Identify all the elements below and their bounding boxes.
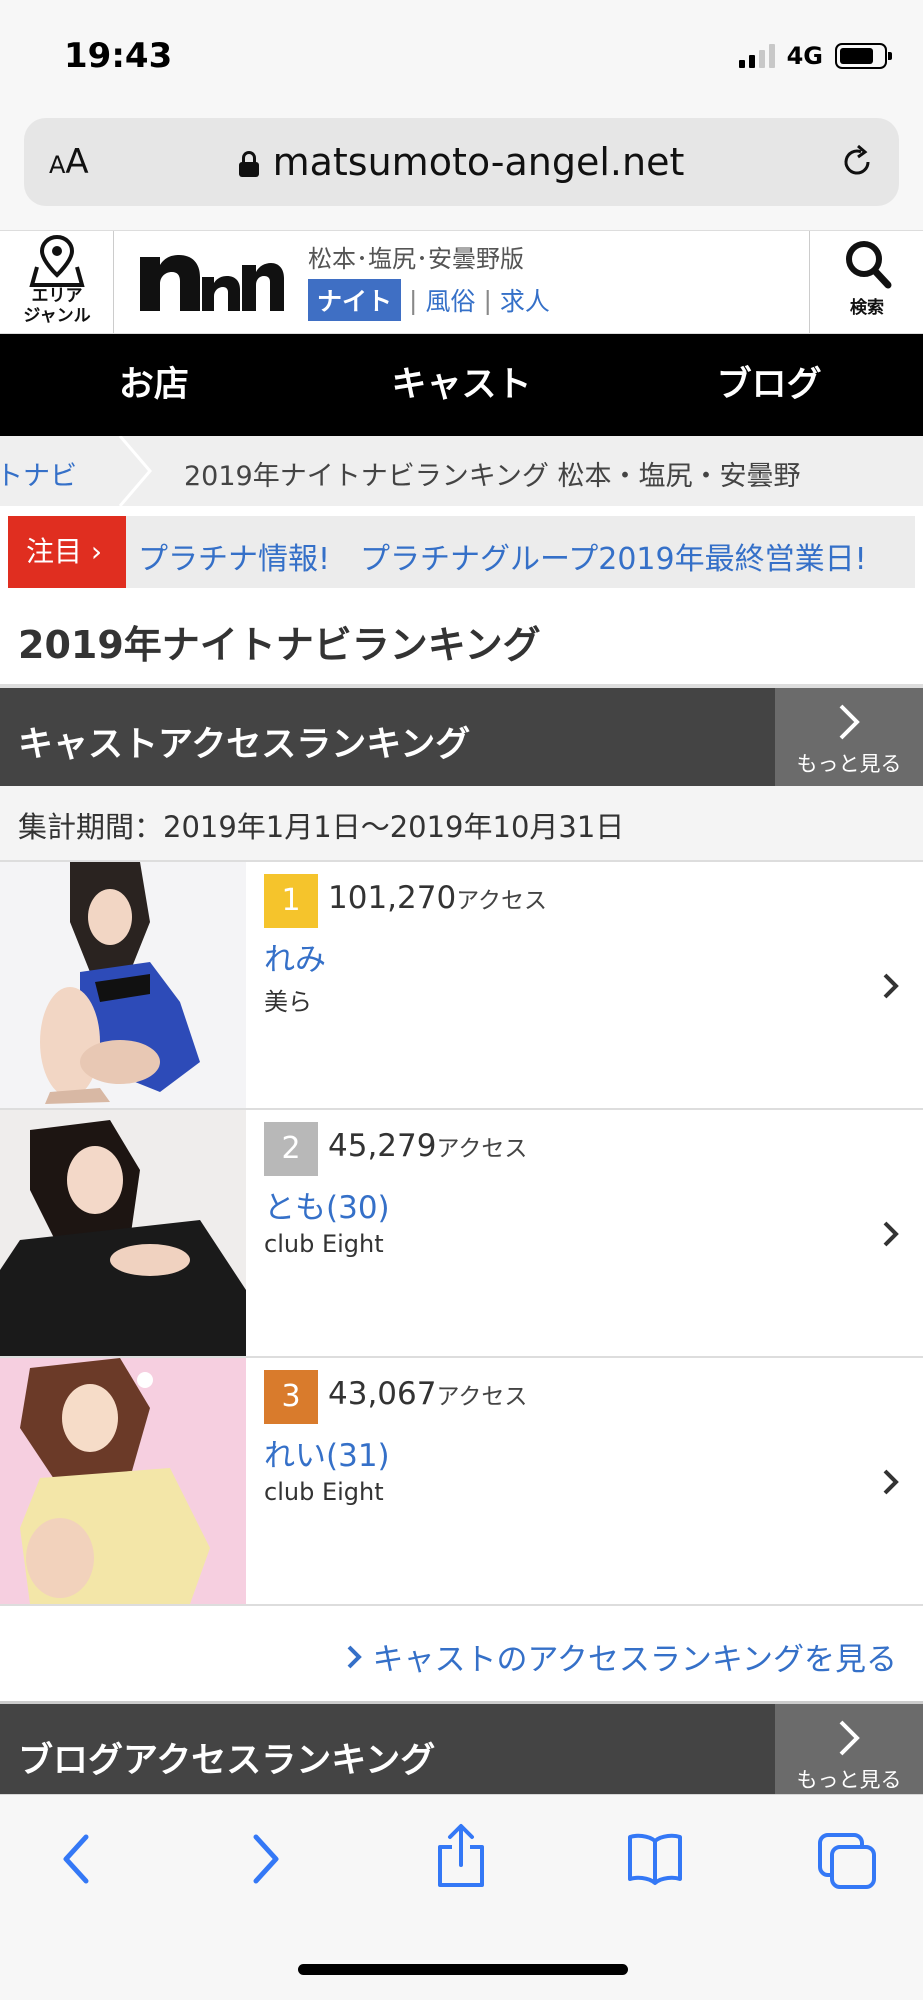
breadcrumb-current: 2019年ナイトナビランキング 松本・塩尻・安曇野 (184, 461, 801, 492)
category-night[interactable]: ナイト (308, 279, 402, 321)
ranking-item-2[interactable]: 2 45,279アクセス とも(30) club Eight (0, 1110, 923, 1358)
cast-name-link[interactable]: れい(31) (264, 1430, 390, 1475)
home-indicator[interactable] (298, 1964, 628, 1975)
area-genre-button[interactable]: エリア ジャンル (0, 231, 114, 333)
battery-icon (835, 43, 892, 69)
nav-item-blog[interactable]: ブログ (615, 334, 923, 436)
cast-name-link[interactable]: れみ (264, 934, 326, 979)
chevron-right-icon (839, 1720, 860, 1756)
access-count: 43,067アクセス (328, 1376, 528, 1412)
nav-item-shops[interactable]: お店 (0, 334, 308, 436)
cast-photo[interactable] (0, 862, 246, 1108)
shop-name: club Eight (264, 1478, 384, 1506)
shop-name: 美ら (264, 988, 312, 1016)
blog-ranking-header: ブログアクセスランキング もっと見る (0, 1704, 923, 1802)
search-icon (846, 241, 892, 289)
region-label: 松本･塩尻･安曇野版 (308, 245, 524, 273)
site-header: エリア ジャンル 松本･塩尻･安曇野版 ナイト | 風俗 | 求人 検索 (0, 230, 923, 334)
page-title: 2019年ナイトナビランキング (18, 623, 541, 667)
chevron-right-icon (839, 704, 860, 740)
access-count: 101,270アクセス (328, 880, 548, 916)
divider: | (409, 285, 418, 315)
ranking-item-1[interactable]: 1 101,270アクセス れみ 美ら (0, 862, 923, 1110)
breadcrumb-separator-icon (118, 436, 152, 506)
category-jobs[interactable]: 求人 (500, 282, 550, 318)
cast-ranking-more-button[interactable]: もっと見る (775, 688, 923, 786)
address-bar[interactable]: AA matsumoto-angel.net (24, 118, 899, 206)
ranking-item-3[interactable]: 3 43,067アクセス れい(31) club Eight (0, 1358, 923, 1606)
browser-address-area: AA matsumoto-angel.net (0, 110, 923, 230)
status-indicators: 4G (738, 42, 892, 70)
reload-icon[interactable] (837, 142, 877, 182)
cast-ranking-see-more-link[interactable]: キャストのアクセスランキングを見る (346, 1634, 897, 1679)
breadcrumb-parent-link[interactable]: トナビ (0, 454, 77, 493)
shop-name: club Eight (264, 1230, 384, 1258)
period-text: 集計期間：2019年1月1日〜2019年10月31日 (18, 810, 625, 844)
url-display[interactable]: matsumoto-angel.net (24, 140, 899, 184)
rank-badge-silver: 2 (264, 1122, 318, 1176)
genre-label: ジャンル (23, 306, 91, 326)
notice-tag: 注目 › (8, 516, 126, 588)
forward-icon[interactable] (246, 1831, 286, 1887)
category-fuzoku[interactable]: 風俗 (425, 282, 475, 318)
blog-ranking-more-button[interactable]: もっと見る (775, 1704, 923, 1802)
map-pin-icon (29, 234, 85, 287)
site-logo[interactable] (138, 251, 284, 313)
lock-icon (238, 151, 259, 177)
rank-badge-gold: 1 (264, 874, 318, 928)
notice-link[interactable]: プラチナ情報! プラチナグループ2019年最終営業日! (138, 534, 867, 578)
divider: | (483, 285, 492, 315)
more-label: もっと見る (796, 1768, 902, 1792)
cast-ranking-header: キャストアクセスランキング もっと見る (0, 688, 923, 786)
share-icon[interactable] (434, 1823, 488, 1889)
section-title: キャストアクセスランキング (18, 725, 471, 765)
see-more-row: キャストのアクセスランキングを見る (0, 1608, 923, 1704)
chevron-right-icon (883, 1221, 899, 1247)
area-label: エリア (31, 286, 83, 306)
breadcrumb: トナビ 2019年ナイトナビランキング 松本・塩尻・安曇野 (0, 436, 923, 506)
status-time: 19:43 (64, 36, 173, 76)
chevron-right-icon (883, 973, 899, 999)
section-title: ブログアクセスランキング (18, 1741, 436, 1781)
network-label: 4G (786, 42, 823, 70)
more-label: もっと見る (796, 752, 902, 776)
url-text: matsumoto-angel.net (272, 140, 685, 184)
cast-photo[interactable] (0, 1358, 246, 1604)
rank-badge-bronze: 3 (264, 1370, 318, 1424)
tabs-icon[interactable] (816, 1831, 878, 1891)
status-bar: 19:43 4G (0, 0, 923, 110)
cast-name-link[interactable]: とも(30) (264, 1182, 390, 1227)
nav-item-cast[interactable]: キャスト (308, 334, 616, 436)
bookmarks-icon[interactable] (626, 1831, 684, 1887)
main-nav: お店 キャスト ブログ (0, 334, 923, 436)
aggregation-period: 集計期間：2019年1月1日〜2019年10月31日 (0, 786, 923, 862)
search-button[interactable]: 検索 (809, 231, 923, 333)
search-label: 検索 (850, 298, 884, 318)
category-tabs: ナイト | 風俗 | 求人 (308, 279, 550, 321)
access-count: 45,279アクセス (328, 1128, 528, 1164)
chevron-right-icon (348, 1645, 363, 1668)
chevron-right-icon (883, 1469, 899, 1495)
back-icon[interactable] (56, 1831, 96, 1887)
signal-icon (738, 44, 775, 68)
cast-photo[interactable] (0, 1110, 246, 1356)
notice-banner[interactable]: 注目 › プラチナ情報! プラチナグループ2019年最終営業日! (8, 516, 915, 588)
see-more-label: キャストのアクセスランキングを見る (372, 1642, 897, 1678)
